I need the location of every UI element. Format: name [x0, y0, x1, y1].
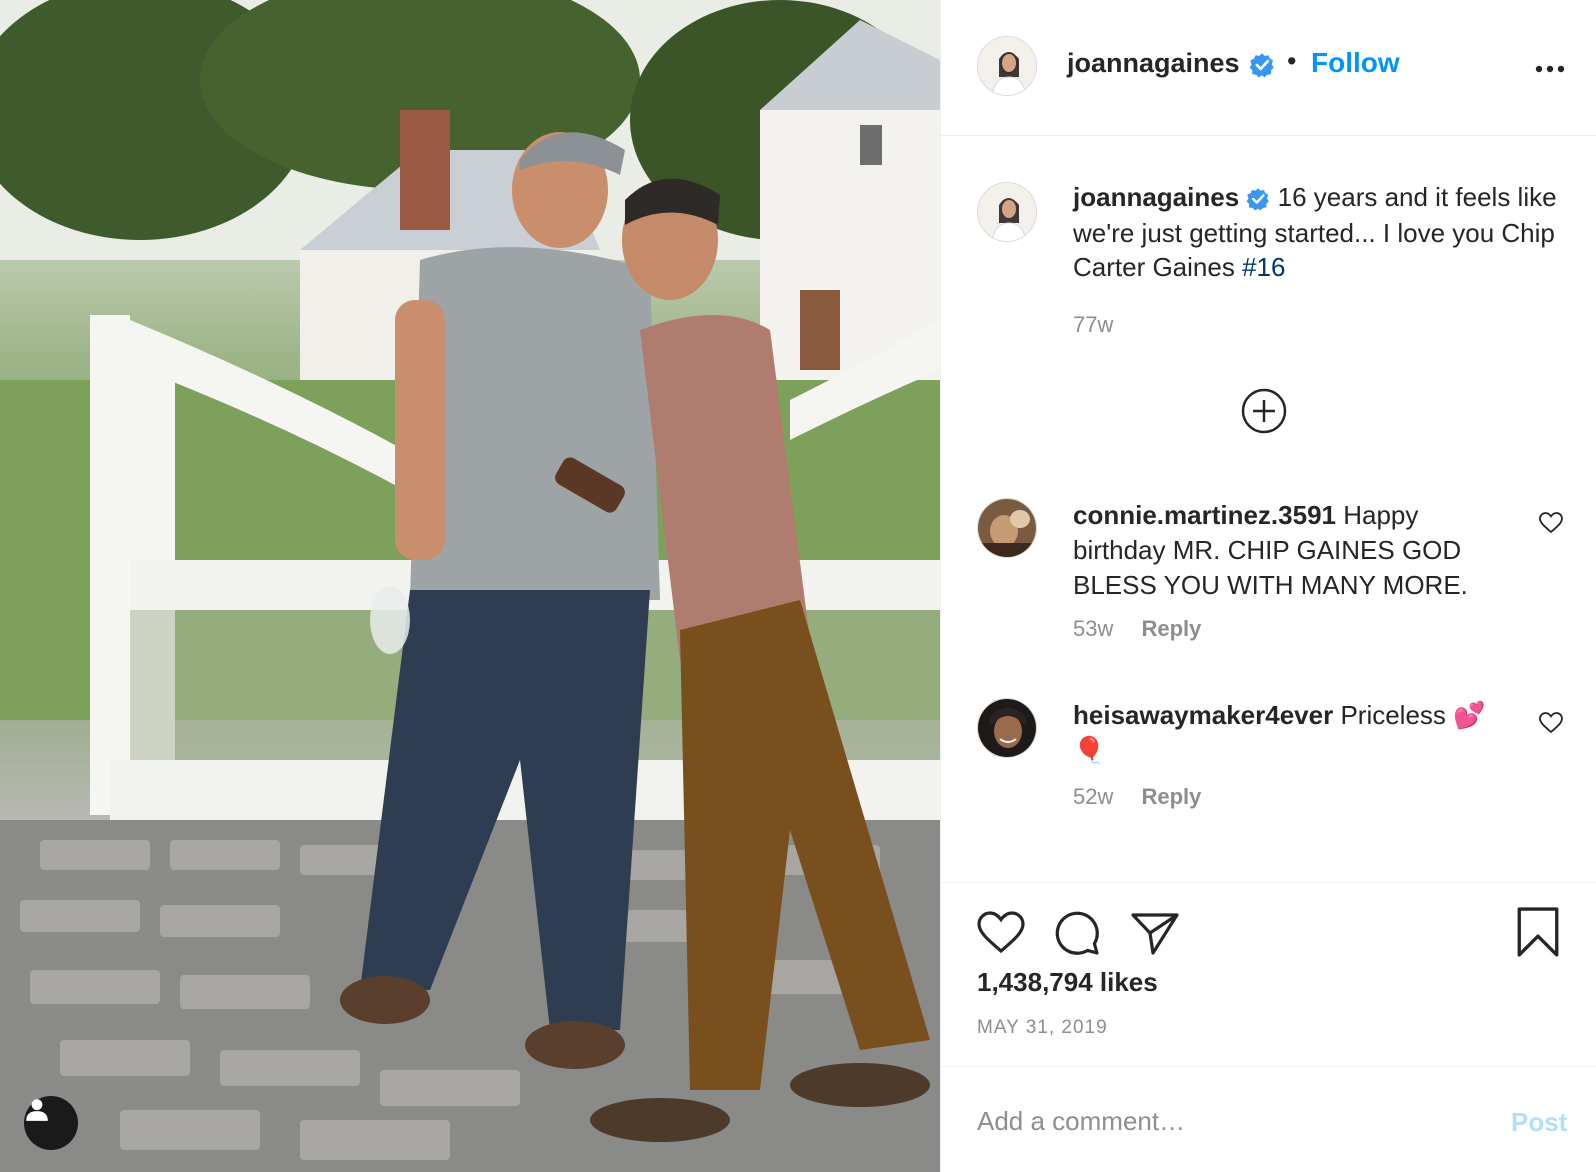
- heart-icon: [1539, 512, 1563, 534]
- verified-badge-icon: [1249, 52, 1275, 83]
- tagged-users-button[interactable]: [24, 1096, 78, 1150]
- commenter-username[interactable]: heisawaymaker4ever: [1073, 700, 1333, 730]
- comment-meta: 53w Reply: [1073, 616, 1201, 642]
- caption-author-avatar[interactable]: [977, 182, 1037, 242]
- share-icon: [1131, 913, 1179, 955]
- comment-input[interactable]: [977, 1101, 1457, 1141]
- commenter-avatar[interactable]: [977, 498, 1037, 558]
- avatar-image: [978, 699, 1036, 757]
- post-caption: joannagaines 16 years and it feels like …: [1073, 180, 1563, 284]
- author-username[interactable]: joannagaines: [1067, 48, 1240, 79]
- more-options-icon[interactable]: [1535, 60, 1565, 78]
- save-button[interactable]: [1517, 907, 1559, 962]
- heart-icon: [1539, 712, 1563, 734]
- comment-item: connie.martinez.3591 Happy birthday MR. …: [941, 498, 1596, 658]
- separator-dot: •: [1287, 46, 1297, 76]
- post-photo-illustration: [0, 0, 940, 1172]
- add-comment-section: Post: [941, 1066, 1596, 1172]
- post-photo[interactable]: [0, 0, 940, 1172]
- likes-count[interactable]: 1,438,794 likes: [977, 967, 1158, 998]
- caption-hashtag[interactable]: #16: [1242, 252, 1285, 282]
- post-date[interactable]: MAY 31, 2019: [977, 1017, 1108, 1039]
- post-header: joannagaines • Follow: [941, 0, 1596, 136]
- comment-button[interactable]: [1053, 909, 1101, 962]
- comment-like-button[interactable]: [1539, 712, 1563, 739]
- caption-timestamp[interactable]: 77w: [1073, 312, 1113, 338]
- reply-button[interactable]: Reply: [1141, 784, 1201, 809]
- comment-timestamp[interactable]: 53w: [1073, 616, 1113, 641]
- bookmark-icon: [1517, 907, 1559, 957]
- comment-body: connie.martinez.3591 Happy birthday MR. …: [1073, 498, 1513, 603]
- share-button[interactable]: [1131, 911, 1179, 962]
- plus-circle-icon: [1241, 388, 1287, 434]
- comment-timestamp[interactable]: 52w: [1073, 784, 1113, 809]
- commenter-avatar[interactable]: [977, 698, 1037, 758]
- like-button[interactable]: [977, 911, 1025, 960]
- avatar-image: [978, 37, 1036, 95]
- load-more-comments-button[interactable]: [1241, 388, 1287, 439]
- commenter-username[interactable]: connie.martinez.3591: [1073, 500, 1336, 530]
- avatar-image: [978, 499, 1036, 557]
- post-comment-button[interactable]: Post: [1511, 1107, 1567, 1138]
- avatar-image: [978, 183, 1036, 241]
- verified-badge-icon: [1246, 182, 1270, 216]
- caption-username[interactable]: joannagaines: [1073, 182, 1239, 212]
- reply-button[interactable]: Reply: [1141, 616, 1201, 641]
- person-icon: [26, 1099, 48, 1121]
- post-side-panel: joannagaines • Follow joannagaines 16 ye…: [940, 0, 1596, 1172]
- follow-button[interactable]: Follow: [1311, 47, 1400, 79]
- post-actions: 1,438,794 likes MAY 31, 2019: [941, 882, 1596, 1062]
- author-avatar[interactable]: [977, 36, 1037, 96]
- comment-like-button[interactable]: [1539, 512, 1563, 539]
- heart-icon: [977, 911, 1025, 954]
- comment-meta: 52w Reply: [1073, 784, 1201, 810]
- comment-body: heisawaymaker4ever Priceless 💕🎈: [1073, 698, 1513, 768]
- comment-icon: [1055, 911, 1099, 955]
- comment-item: heisawaymaker4ever Priceless 💕🎈 52w Repl…: [941, 698, 1596, 828]
